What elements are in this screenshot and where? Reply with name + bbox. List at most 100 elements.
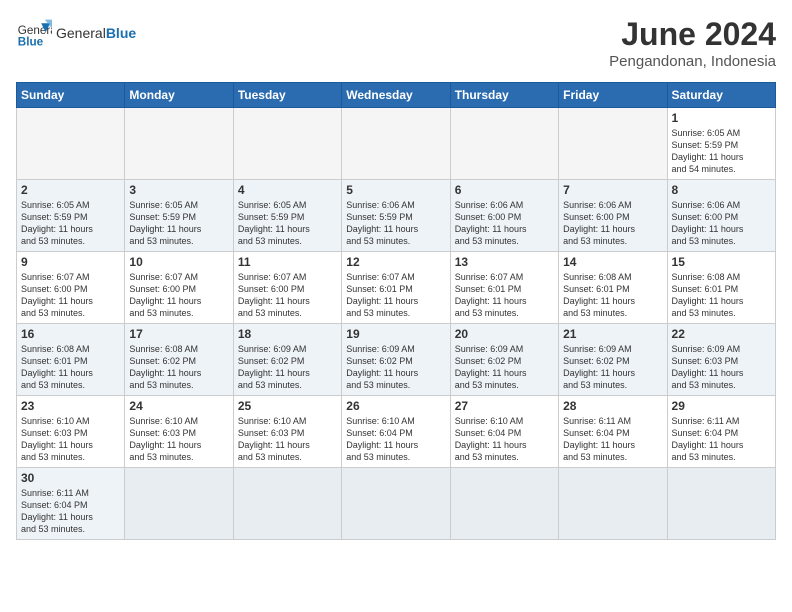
logo: General Blue GeneralBlue [16,16,136,52]
calendar-cell: 22 Sunrise: 6:09 AM Sunset: 6:03 PM Dayli… [667,324,775,396]
day-number: 23 [21,399,120,413]
weekday-header: Saturday [667,83,775,108]
calendar-cell: 20 Sunrise: 6:09 AM Sunset: 6:02 PM Dayli… [450,324,558,396]
day-number: 26 [346,399,445,413]
calendar-cell [17,108,125,180]
page: General Blue GeneralBlue June 2024 Penga… [0,0,792,548]
calendar-cell: 14Sunrise: 6:08 AM Sunset: 6:01 PM Dayli… [559,252,667,324]
month-title: June 2024 [609,16,776,53]
calendar-cell [342,468,450,540]
calendar-cell: 5Sunrise: 6:06 AM Sunset: 5:59 PM Daylig… [342,180,450,252]
day-number: 21 [563,327,662,341]
header: General Blue GeneralBlue June 2024 Penga… [16,16,776,70]
calendar-cell [125,468,233,540]
cell-info: Sunrise: 6:10 AM Sunset: 6:04 PM Dayligh… [346,415,445,464]
day-number: 29 [672,399,771,413]
logo-text-blue: Blue [106,25,136,41]
day-number: 30 [21,471,120,485]
calendar-cell [233,468,341,540]
day-number: 20 [455,327,554,341]
calendar-cell: 21 Sunrise: 6:09 AM Sunset: 6:02 PM Dayli… [559,324,667,396]
calendar-cell: 28 Sunrise: 6:11 AM Sunset: 6:04 PM Dayli… [559,396,667,468]
calendar-cell: 26 Sunrise: 6:10 AM Sunset: 6:04 PM Dayli… [342,396,450,468]
calendar-cell: 9Sunrise: 6:07 AM Sunset: 6:00 PM Daylig… [17,252,125,324]
day-number: 22 [672,327,771,341]
weekday-header: Thursday [450,83,558,108]
day-number: 28 [563,399,662,413]
day-number: 3 [129,183,228,197]
cell-info: Sunrise: 6:06 AM Sunset: 5:59 PM Dayligh… [346,199,445,248]
logo-text-general: General [56,25,106,41]
weekday-header: Sunday [17,83,125,108]
calendar-header-row: SundayMondayTuesdayWednesdayThursdayFrid… [17,83,776,108]
weekday-header: Wednesday [342,83,450,108]
calendar-week-row: 23 Sunrise: 6:10 AM Sunset: 6:03 PM Dayli… [17,396,776,468]
cell-info: Sunrise: 6:09 AM Sunset: 6:02 PM Dayligh… [238,343,337,392]
day-number: 25 [238,399,337,413]
calendar-week-row: 1Sunrise: 6:05 AM Sunset: 5:59 PM Daylig… [17,108,776,180]
svg-text:Blue: Blue [18,36,44,49]
calendar-cell: 10Sunrise: 6:07 AM Sunset: 6:00 PM Dayli… [125,252,233,324]
title-block: June 2024 Pengandonan, Indonesia [609,16,776,70]
weekday-header: Tuesday [233,83,341,108]
cell-info: Sunrise: 6:10 AM Sunset: 6:03 PM Dayligh… [238,415,337,464]
day-number: 11 [238,255,337,269]
calendar-cell: 18 Sunrise: 6:09 AM Sunset: 6:02 PM Dayli… [233,324,341,396]
calendar-cell: 15 Sunrise: 6:08 AM Sunset: 6:01 PM Dayli… [667,252,775,324]
calendar-cell [450,468,558,540]
day-number: 6 [455,183,554,197]
calendar-cell: 23 Sunrise: 6:10 AM Sunset: 6:03 PM Dayli… [17,396,125,468]
cell-info: Sunrise: 6:08 AM Sunset: 6:01 PM Dayligh… [21,343,120,392]
day-number: 18 [238,327,337,341]
cell-info: Sunrise: 6:09 AM Sunset: 6:02 PM Dayligh… [346,343,445,392]
calendar-cell [559,468,667,540]
weekday-header: Friday [559,83,667,108]
calendar-cell: 13 Sunrise: 6:07 AM Sunset: 6:01 PM Dayli… [450,252,558,324]
calendar-cell: 2 Sunrise: 6:05 AM Sunset: 5:59 PM Daylig… [17,180,125,252]
day-number: 17 [129,327,228,341]
calendar-week-row: 2 Sunrise: 6:05 AM Sunset: 5:59 PM Daylig… [17,180,776,252]
cell-info: Sunrise: 6:07 AM Sunset: 6:01 PM Dayligh… [346,271,445,320]
cell-info: Sunrise: 6:07 AM Sunset: 6:01 PM Dayligh… [455,271,554,320]
calendar-cell: 3 Sunrise: 6:05 AM Sunset: 5:59 PM Daylig… [125,180,233,252]
cell-info: Sunrise: 6:05 AM Sunset: 5:59 PM Dayligh… [21,199,120,248]
cell-info: Sunrise: 6:09 AM Sunset: 6:03 PM Dayligh… [672,343,771,392]
calendar-cell: 11Sunrise: 6:07 AM Sunset: 6:00 PM Dayli… [233,252,341,324]
day-number: 27 [455,399,554,413]
cell-info: Sunrise: 6:08 AM Sunset: 6:01 PM Dayligh… [672,271,771,320]
calendar-week-row: 9Sunrise: 6:07 AM Sunset: 6:00 PM Daylig… [17,252,776,324]
calendar-cell [450,108,558,180]
cell-info: Sunrise: 6:10 AM Sunset: 6:03 PM Dayligh… [21,415,120,464]
day-number: 12 [346,255,445,269]
calendar-cell: 12 Sunrise: 6:07 AM Sunset: 6:01 PM Dayli… [342,252,450,324]
cell-info: Sunrise: 6:09 AM Sunset: 6:02 PM Dayligh… [455,343,554,392]
cell-info: Sunrise: 6:08 AM Sunset: 6:01 PM Dayligh… [563,271,662,320]
location: Pengandonan, Indonesia [609,53,776,70]
day-number: 15 [672,255,771,269]
cell-info: Sunrise: 6:10 AM Sunset: 6:03 PM Dayligh… [129,415,228,464]
cell-info: Sunrise: 6:05 AM Sunset: 5:59 PM Dayligh… [672,127,771,176]
cell-info: Sunrise: 6:06 AM Sunset: 6:00 PM Dayligh… [672,199,771,248]
calendar-cell: 8Sunrise: 6:06 AM Sunset: 6:00 PM Daylig… [667,180,775,252]
cell-info: Sunrise: 6:10 AM Sunset: 6:04 PM Dayligh… [455,415,554,464]
calendar-cell: 27 Sunrise: 6:10 AM Sunset: 6:04 PM Dayli… [450,396,558,468]
cell-info: Sunrise: 6:06 AM Sunset: 6:00 PM Dayligh… [563,199,662,248]
cell-info: Sunrise: 6:11 AM Sunset: 6:04 PM Dayligh… [563,415,662,464]
calendar-week-row: 16Sunrise: 6:08 AM Sunset: 6:01 PM Dayli… [17,324,776,396]
cell-info: Sunrise: 6:11 AM Sunset: 6:04 PM Dayligh… [21,487,120,536]
day-number: 2 [21,183,120,197]
calendar-cell: 16Sunrise: 6:08 AM Sunset: 6:01 PM Dayli… [17,324,125,396]
calendar-table: SundayMondayTuesdayWednesdayThursdayFrid… [16,82,776,540]
day-number: 13 [455,255,554,269]
day-number: 4 [238,183,337,197]
calendar-cell [342,108,450,180]
calendar-cell [233,108,341,180]
cell-info: Sunrise: 6:08 AM Sunset: 6:02 PM Dayligh… [129,343,228,392]
weekday-header: Monday [125,83,233,108]
cell-info: Sunrise: 6:11 AM Sunset: 6:04 PM Dayligh… [672,415,771,464]
cell-info: Sunrise: 6:09 AM Sunset: 6:02 PM Dayligh… [563,343,662,392]
logo-icon: General Blue [16,16,52,52]
cell-info: Sunrise: 6:05 AM Sunset: 5:59 PM Dayligh… [129,199,228,248]
cell-info: Sunrise: 6:05 AM Sunset: 5:59 PM Dayligh… [238,199,337,248]
calendar-cell: 4 Sunrise: 6:05 AM Sunset: 5:59 PM Daylig… [233,180,341,252]
